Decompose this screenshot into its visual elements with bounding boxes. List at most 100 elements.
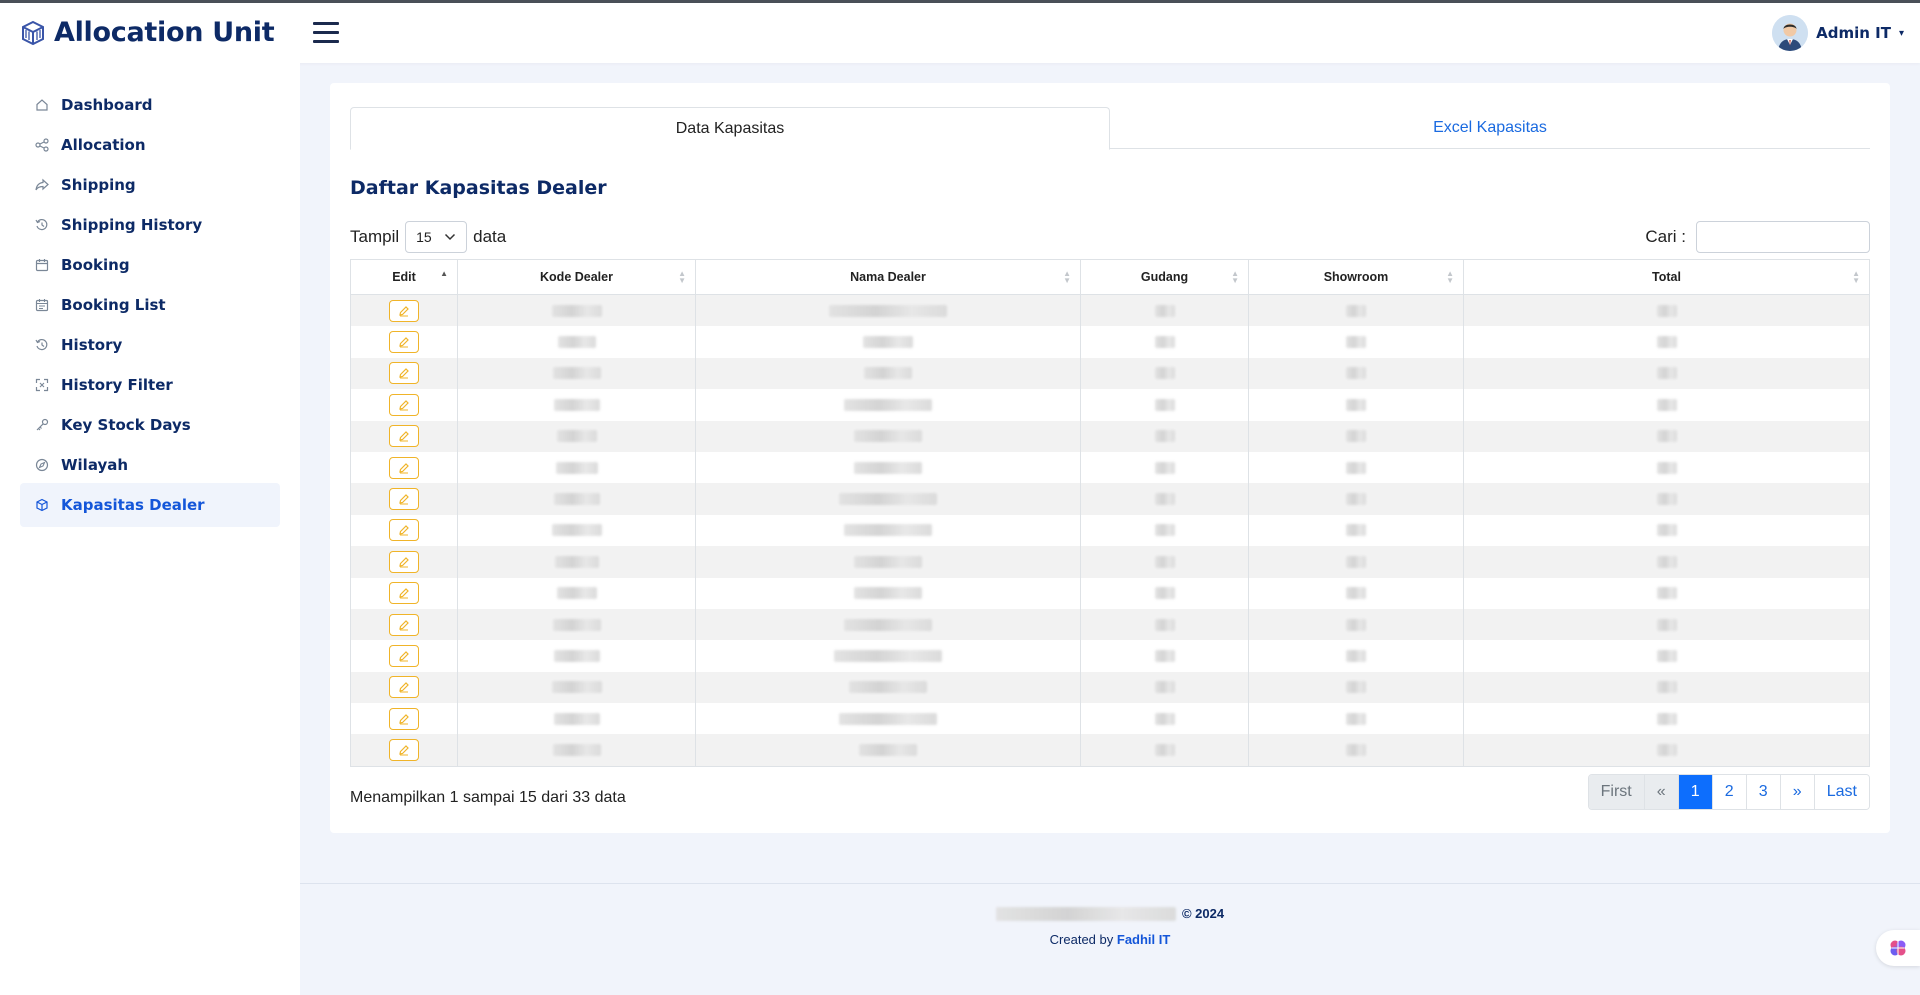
- cell-edit: [351, 703, 458, 735]
- cell-gudang: [1081, 671, 1249, 704]
- redacted-value: [1346, 587, 1366, 600]
- pencil-icon: [399, 462, 409, 474]
- menu-toggle-icon[interactable]: [313, 22, 339, 44]
- redacted-value: [1656, 336, 1677, 349]
- column-header-edit[interactable]: Edit ▲: [351, 260, 458, 294]
- pagination: First « 1 2 3 » Last: [1587, 774, 1870, 810]
- column-header-kode-dealer[interactable]: Kode Dealer ▲ ▼: [458, 260, 696, 294]
- cell-kode-dealer: [458, 420, 696, 452]
- edit-button[interactable]: [389, 644, 419, 667]
- cell-kode-dealer: [458, 451, 696, 484]
- column-header-showroom[interactable]: Showroom ▲ ▼: [1249, 260, 1464, 294]
- table-row: [351, 514, 1869, 547]
- redacted-value: [551, 681, 602, 694]
- search-label: Cari :: [1645, 227, 1686, 246]
- user-menu[interactable]: Admin IT ▾: [1772, 15, 1904, 51]
- tab-data-kapasitas[interactable]: Data Kapasitas: [350, 107, 1110, 150]
- edit-button[interactable]: [389, 393, 419, 416]
- page-first-button[interactable]: First: [1588, 775, 1645, 809]
- edit-button[interactable]: [389, 362, 419, 385]
- cell-total: [1464, 672, 1869, 703]
- brain-widget-icon[interactable]: [1876, 930, 1920, 966]
- column-header-nama-dealer[interactable]: Nama Dealer ▲ ▼: [696, 260, 1081, 294]
- column-header-gudang[interactable]: Gudang ▲ ▼: [1081, 260, 1249, 294]
- length-suffix-label: data: [473, 227, 507, 246]
- cell-nama-dealer: [696, 420, 1081, 452]
- sidebar-item-label: Kapasitas Dealer: [61, 496, 205, 514]
- edit-button[interactable]: [389, 550, 419, 573]
- redacted-value: [555, 461, 598, 474]
- page-3-button[interactable]: 3: [1746, 775, 1781, 809]
- pencil-icon: [399, 337, 409, 348]
- sidebar-item-wilayah[interactable]: Wilayah: [20, 443, 280, 487]
- edit-button[interactable]: [389, 676, 419, 699]
- brand[interactable]: Allocation Unit: [20, 17, 275, 48]
- column-header-total[interactable]: Total ▲ ▼: [1464, 260, 1869, 294]
- sidebar-item-key-stock-days[interactable]: Key Stock Days: [20, 403, 280, 447]
- redacted-value: [1346, 304, 1366, 317]
- table-row: [351, 451, 1869, 484]
- redacted-value: [1154, 681, 1175, 694]
- page-prev-button[interactable]: «: [1644, 775, 1679, 809]
- sidebar-item-shipping[interactable]: Shipping: [20, 163, 280, 207]
- cell-gudang: [1081, 389, 1249, 421]
- page-length-select[interactable]: 15: [405, 221, 468, 253]
- sidebar-item-booking[interactable]: Booking: [20, 243, 280, 287]
- edit-button[interactable]: [389, 488, 419, 511]
- cell-nama-dealer: [696, 703, 1081, 735]
- page-last-button[interactable]: Last: [1814, 775, 1869, 809]
- edit-button[interactable]: [389, 519, 419, 542]
- redacted-value: [1656, 587, 1677, 600]
- cell-showroom: [1249, 451, 1464, 484]
- edit-button[interactable]: [389, 425, 419, 448]
- table-row: [351, 295, 1869, 327]
- redacted-value: [1346, 618, 1366, 631]
- cell-edit: [351, 577, 458, 609]
- sidebar-item-shipping-history[interactable]: Shipping History: [20, 203, 280, 247]
- redacted-value: [1656, 398, 1677, 411]
- redacted-value: [1154, 712, 1175, 725]
- redacted-value: [1656, 649, 1677, 662]
- cell-showroom: [1249, 703, 1464, 735]
- edit-button[interactable]: [389, 707, 419, 730]
- page-next-button[interactable]: »: [1780, 775, 1815, 809]
- redacted-value: [854, 555, 922, 568]
- edit-button[interactable]: [389, 739, 419, 762]
- edit-button[interactable]: [389, 331, 419, 354]
- edit-button[interactable]: [389, 456, 419, 479]
- redacted-value: [854, 430, 922, 443]
- cell-nama-dealer: [696, 326, 1081, 358]
- sidebar-item-history[interactable]: History: [20, 323, 280, 367]
- credit-author[interactable]: Fadhil IT: [1117, 932, 1170, 947]
- filter-expand-icon: [34, 378, 49, 393]
- pencil-icon: [399, 651, 409, 662]
- page-2-button[interactable]: 2: [1712, 775, 1747, 809]
- search-input[interactable]: [1696, 221, 1870, 253]
- cell-total: [1464, 609, 1869, 640]
- page-1-button[interactable]: 1: [1678, 775, 1713, 809]
- cell-nama-dealer: [696, 734, 1081, 766]
- edit-button[interactable]: [389, 299, 419, 322]
- pencil-icon: [399, 682, 409, 693]
- redacted-value: [551, 304, 602, 317]
- sort-icon: ▲ ▼: [1231, 269, 1239, 285]
- tab-excel-kapasitas[interactable]: Excel Kapasitas: [1110, 107, 1870, 149]
- sidebar-item-history-filter[interactable]: History Filter: [20, 363, 280, 407]
- sidebar-item-booking-list[interactable]: Booking List: [20, 283, 280, 327]
- cell-nama-dealer: [696, 671, 1081, 704]
- table-row: [351, 389, 1869, 421]
- pencil-icon: [399, 713, 409, 725]
- redacted-value: [1154, 430, 1175, 443]
- sidebar-item-dashboard[interactable]: Dashboard: [20, 83, 280, 127]
- redacted-value: [864, 367, 912, 380]
- sidebar-item-label: Allocation: [61, 136, 146, 154]
- sort-icon: ▲ ▼: [1446, 269, 1454, 285]
- edit-button[interactable]: [389, 582, 419, 605]
- table-row: [351, 608, 1869, 641]
- edit-button[interactable]: [389, 613, 419, 636]
- sidebar-item-kapasitas-dealer[interactable]: Kapasitas Dealer: [20, 483, 280, 527]
- redacted-value: [1154, 555, 1175, 568]
- redacted-value: [552, 618, 601, 631]
- sidebar-item-allocation[interactable]: Allocation: [20, 123, 280, 167]
- redacted-value: [829, 304, 947, 317]
